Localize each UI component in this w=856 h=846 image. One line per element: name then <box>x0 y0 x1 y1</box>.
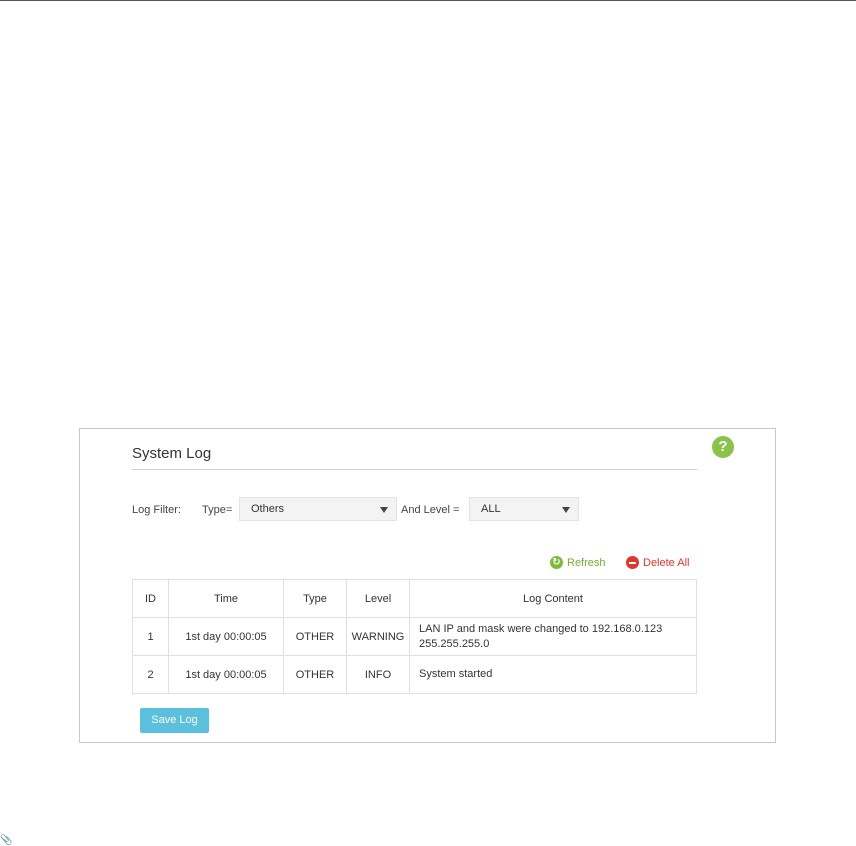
cell-id: 1 <box>132 617 169 656</box>
save-log-button[interactable]: Save Log <box>140 708 209 733</box>
level-select[interactable]: ALL <box>469 497 579 521</box>
log-content-line: System started <box>419 668 493 680</box>
system-log-panel: ? System Log Log Filter: Type= Others An… <box>79 428 776 743</box>
type-label: Type= <box>202 504 233 516</box>
refresh-icon: ↻ <box>550 556 563 569</box>
page-title: System Log <box>132 445 212 462</box>
table-row: 1 1st day 00:00:05 OTHER WARNING LAN IP … <box>132 617 697 656</box>
type-select[interactable]: Others <box>239 497 397 521</box>
cell-time: 1st day 00:00:05 <box>168 617 284 656</box>
title-divider <box>132 469 697 470</box>
top-divider <box>0 0 856 1</box>
cell-type: OTHER <box>283 655 347 694</box>
help-icon[interactable]: ? <box>712 436 734 458</box>
type-select-value: Others <box>251 503 285 515</box>
cell-log-content: LAN IP and mask were changed to 192.168.… <box>409 617 697 656</box>
table-header-row: ID Time Type Level Log Content <box>132 579 697 618</box>
cell-log-content: System started <box>409 655 697 694</box>
column-header-log-content: Log Content <box>409 579 697 618</box>
delete-all-button[interactable]: Delete All <box>626 556 689 569</box>
log-table: ID Time Type Level Log Content 1 1st day… <box>132 579 697 694</box>
table-row: 2 1st day 00:00:05 OTHER INFO System sta… <box>132 655 697 694</box>
column-header-type: Type <box>283 579 347 618</box>
cell-type: OTHER <box>283 617 347 656</box>
cell-time: 1st day 00:00:05 <box>168 655 284 694</box>
level-label: And Level = <box>401 504 460 516</box>
refresh-label: Refresh <box>567 556 606 569</box>
column-header-level: Level <box>346 579 410 618</box>
level-select-value: ALL <box>481 503 501 515</box>
log-content-line: 255.255.255.0 <box>419 637 490 650</box>
paperclip-icon: 📎 <box>0 835 13 846</box>
delete-all-label: Delete All <box>643 556 690 569</box>
column-header-id: ID <box>132 579 169 618</box>
cell-level: INFO <box>346 655 410 694</box>
minus-circle-icon <box>626 556 639 569</box>
log-filter-label: Log Filter: <box>132 504 181 516</box>
cell-level: WARNING <box>346 617 410 656</box>
chevron-down-icon <box>380 507 388 513</box>
log-content-line: LAN IP and mask were changed to 192.168.… <box>419 622 663 635</box>
chevron-down-icon <box>562 507 570 513</box>
refresh-button[interactable]: ↻ Refresh <box>550 556 606 569</box>
cell-id: 2 <box>132 655 169 694</box>
column-header-time: Time <box>168 579 284 618</box>
